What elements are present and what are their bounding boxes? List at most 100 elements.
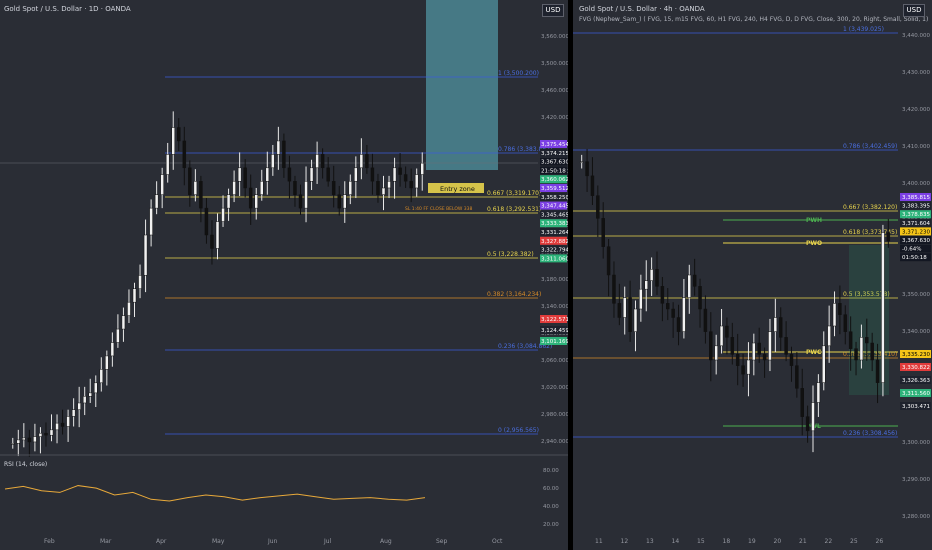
daily-candle: [143, 234, 148, 276]
4h-candle: [596, 195, 600, 219]
daily-chart-canvas[interactable]: 3,560.0003,500.0003,460.0003,420.0003,38…: [0, 0, 568, 550]
daily-candle: [121, 315, 126, 330]
4h-candle: [768, 331, 772, 361]
price-badge-label: 3,358.250: [541, 195, 568, 201]
currency-button-right[interactable]: USD: [903, 4, 925, 17]
4h-candle: [671, 308, 675, 318]
rsi-scale-label: 60.00: [543, 486, 559, 492]
4h-candle: [730, 337, 735, 355]
4h-candle: [709, 331, 713, 361]
4h-candle: [848, 331, 853, 349]
price-badge-label: 3,371.604: [902, 221, 930, 227]
price-badge-label: 01:50:18: [902, 255, 927, 261]
price-scale-label: 3,020.000: [541, 385, 568, 391]
price-badge-label: 3,359.512: [541, 186, 568, 192]
sl-note-label: SL 1:40 FF CLOSE BELOW 338: [405, 206, 473, 212]
4h-candle: [865, 337, 869, 344]
time-axis-label: Aug: [380, 538, 392, 545]
4h-chart-canvas[interactable]: 3,440.000 3,430.000 3,420.000 3,410.000 3,40…: [573, 0, 932, 550]
4h-candle: [682, 297, 686, 332]
daily-candle: [22, 437, 26, 441]
time-axis-label: Mar: [100, 538, 112, 545]
time-axis-label: Jul: [323, 538, 332, 545]
price-badge-label: 21:50:18: [541, 168, 566, 174]
daily-candle: [403, 174, 408, 182]
price-badge-label: 3,330.822: [902, 365, 930, 371]
daily-candle: [409, 181, 413, 189]
fib-level-label: 0.618 (3,292.531): [487, 206, 541, 213]
daily-candle: [132, 288, 137, 303]
daily-candle: [71, 409, 76, 417]
time-axis-label: 13: [646, 538, 654, 545]
daily-candle: [359, 154, 364, 169]
daily-candle: [204, 207, 209, 236]
key-level-label: PWC: [806, 349, 822, 356]
price-badge-label: 3,367.630: [902, 238, 930, 244]
time-axis-label: 14: [672, 538, 680, 545]
4h-candle: [838, 303, 842, 315]
price-badge-label: 3,327.882: [541, 239, 568, 245]
4h-candle: [612, 274, 616, 304]
4h-chart-pane[interactable]: 3,440.000 3,430.000 3,420.000 3,410.000 3,40…: [573, 0, 932, 550]
price-badge-label: 3,335.230: [902, 352, 930, 358]
daily-candle: [381, 187, 386, 195]
daily-candle: [331, 181, 336, 195]
price-badge-label: 3,311.060: [541, 256, 568, 262]
price-badge-label: 3,311.560: [902, 391, 930, 397]
4h-candle: [822, 345, 826, 383]
time-axis-label: Apr: [156, 538, 167, 545]
4h-candle: [870, 342, 874, 361]
price-badge-label: 3,122.571: [541, 317, 568, 323]
4h-candle: [757, 342, 761, 355]
4h-candle: [811, 402, 815, 432]
daily-candle: [293, 181, 297, 195]
rsi-line: [4, 485, 426, 502]
key-level-label: PWH: [806, 217, 822, 224]
price-scale-label: 3,410.000: [902, 144, 930, 150]
fib-level-label: 0.667 (3,382.120): [843, 204, 897, 211]
daily-candle: [188, 167, 192, 195]
time-axis-label: 25: [850, 538, 858, 545]
4h-candle: [805, 416, 810, 432]
time-axis-label: 12: [621, 538, 629, 545]
key-level-label: PWO: [806, 240, 822, 247]
price-badge-label: 3,322.794: [541, 248, 568, 254]
price-scale-label: 3,420.000: [902, 107, 930, 113]
price-scale-label: 3,340.000: [902, 329, 930, 335]
daily-candle: [77, 402, 81, 410]
daily-candle: [365, 154, 369, 169]
daily-chart-pane[interactable]: 3,560.0003,500.0003,460.0003,420.0003,38…: [0, 0, 568, 550]
price-scale-right: [898, 0, 932, 550]
rsi-scale-label: 80.00: [543, 468, 559, 474]
daily-candle: [165, 154, 170, 175]
time-axis-label: 11: [595, 538, 603, 545]
4h-candle: [692, 274, 697, 287]
daily-candle: [160, 174, 164, 195]
daily-candle: [248, 187, 253, 209]
fib-level-label: 1 (3,500.200): [498, 70, 539, 77]
4h-candle: [800, 388, 804, 417]
price-scale-label: 2,940.000: [541, 439, 568, 445]
price-badge-label: 3,367.630: [541, 160, 568, 166]
daily-candle: [199, 181, 203, 209]
fib-level-label: 0.236 (3,308.456): [843, 430, 897, 437]
fib-level-label: 0.786 (3,402.459): [843, 143, 897, 150]
daily-candle: [154, 194, 159, 209]
daily-candle: [55, 422, 59, 431]
daily-candle: [60, 422, 65, 427]
price-scale-label: 2,980.000: [541, 412, 568, 418]
price-badge-label: 3,333.383: [541, 221, 568, 227]
4h-candle: [687, 274, 692, 298]
daily-candle: [326, 167, 330, 182]
4h-candle: [617, 303, 622, 318]
price-badge-label: 3,371.230: [902, 229, 930, 235]
fib-level-label: 0.382 (3,164.234): [487, 291, 541, 298]
4h-candle: [655, 269, 659, 287]
daily-candle: [298, 194, 303, 209]
time-axis-label: 21: [799, 538, 807, 545]
daily-candle: [414, 174, 419, 189]
time-axis-label: Sep: [436, 538, 448, 545]
currency-button-left[interactable]: USD: [542, 4, 564, 17]
daily-candle: [343, 194, 347, 209]
price-badge-label: 3,124.459: [541, 328, 568, 334]
